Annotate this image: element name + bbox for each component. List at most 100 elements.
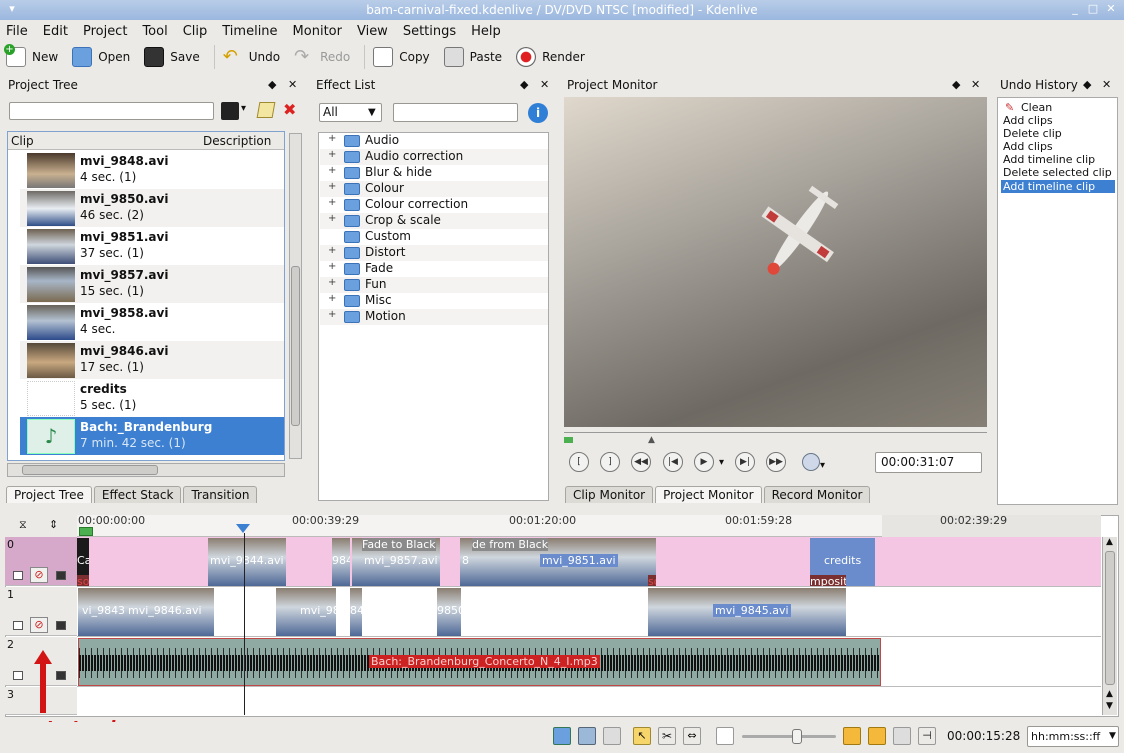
show-markers-icon[interactable] (893, 727, 911, 745)
monitor-ruler[interactable]: ▲ (564, 432, 987, 446)
forward-icon[interactable]: ▶▶ (766, 452, 786, 472)
menu-edit[interactable]: Edit (43, 24, 68, 39)
monitor-settings-gear-icon[interactable] (802, 453, 820, 471)
timeline-playhead[interactable] (244, 533, 245, 715)
select-tool-icon[interactable]: ↖ (633, 727, 651, 745)
list-item[interactable]: mvi_9858.avi 4 sec. (20, 303, 284, 341)
tab-project-tree[interactable]: Project Tree (6, 486, 92, 503)
scroll-down-icon[interactable]: ▲ (1106, 689, 1113, 699)
list-item[interactable]: mvi_9850.avi 46 sec. (2) (20, 189, 284, 227)
copy-button[interactable]: Copy (373, 47, 430, 67)
expand-icon[interactable]: + (328, 309, 336, 320)
close-panel-icon[interactable]: ✕ (1102, 76, 1111, 94)
expand-icon[interactable]: + (328, 245, 336, 256)
list-item[interactable]: credits 5 sec. (1) (20, 379, 284, 417)
close-window-icon[interactable]: ✕ (1104, 2, 1118, 16)
add-clip-dropdown-icon[interactable]: ▾ (241, 103, 246, 114)
scrollbar-thumb[interactable] (291, 266, 300, 426)
list-item[interactable]: mvi_9857.avi 15 sec. (1) (20, 265, 284, 303)
effect-group[interactable]: + Misc (320, 293, 548, 309)
tab-effect-stack[interactable]: Effect Stack (93, 486, 182, 503)
column-header-description[interactable]: Description (203, 134, 271, 148)
save-button[interactable]: Save (144, 47, 200, 67)
zoom-slider-handle[interactable] (792, 729, 802, 744)
menu-file[interactable]: File (6, 24, 28, 39)
redo-button[interactable]: ↷ Redo (294, 47, 350, 67)
tab-project-monitor[interactable]: Project Monitor (655, 486, 762, 503)
expand-icon[interactable]: + (328, 213, 336, 224)
expand-icon[interactable]: + (328, 197, 336, 208)
razor-tool-icon[interactable]: ✂ (658, 727, 676, 745)
new-button[interactable]: + New (4, 44, 58, 67)
undo-item[interactable]: Add timeline clip (1001, 153, 1115, 166)
scrollbar-thumb[interactable] (1105, 551, 1115, 685)
play-options-chevron-icon[interactable]: ▾ (719, 457, 724, 468)
close-panel-icon[interactable]: ✕ (540, 76, 549, 94)
open-button[interactable]: Open (72, 47, 130, 67)
close-panel-icon[interactable]: ✕ (971, 76, 980, 94)
timeline-clip-credits[interactable]: credits mposit (810, 538, 875, 586)
audio-waveform-icon[interactable] (868, 727, 886, 745)
undo-item[interactable]: Delete clip (1001, 127, 1115, 140)
menu-tool[interactable]: Tool (142, 24, 167, 39)
lock-icon[interactable] (13, 571, 23, 580)
snap-icon[interactable]: ⊣ (918, 727, 936, 745)
project-tree-hscrollbar[interactable] (7, 463, 285, 477)
timeline-clip[interactable]: vi_9843 mvi_9846.avi (78, 588, 214, 636)
effect-group[interactable]: + Blur & hide (320, 165, 548, 181)
menu-settings[interactable]: Settings (403, 24, 456, 39)
timeline-clip[interactable]: mvi_9845.avi (648, 588, 846, 636)
timeline-vscrollbar[interactable]: ▲ ▲ ▼ (1102, 537, 1117, 715)
menu-clip[interactable]: Clip (183, 24, 208, 39)
delete-clip-icon[interactable]: ✖ (283, 100, 296, 119)
scroll-up-icon[interactable]: ▲ (1106, 537, 1113, 547)
menu-view[interactable]: View (357, 24, 388, 39)
expand-icon[interactable]: + (328, 261, 336, 272)
window-menu-icon[interactable]: ▾ (5, 2, 19, 16)
expand-icon[interactable]: + (328, 149, 336, 160)
effect-group[interactable]: + Audio correction (320, 149, 548, 165)
menu-project[interactable]: Project (83, 24, 127, 39)
float-panel-icon[interactable]: ◆ (268, 76, 276, 94)
effect-group[interactable]: + Crop & scale (320, 213, 548, 229)
expand-icon[interactable]: + (328, 277, 336, 288)
set-zone-start-icon[interactable]: [ (569, 452, 589, 472)
float-panel-icon[interactable]: ◆ (520, 76, 528, 94)
timeline-playhead-handle[interactable] (236, 524, 250, 533)
mute-video-icon[interactable]: ⊘ (30, 567, 48, 583)
paste-button[interactable]: Paste (443, 47, 502, 67)
audio-clip[interactable]: Bach:_Brandenburg_Concerto_N_4_I.mp3 (78, 638, 881, 686)
float-panel-icon[interactable]: ◆ (952, 76, 960, 94)
effect-group[interactable]: Custom (320, 229, 548, 245)
monitor-timecode-field[interactable]: 00:00:31:07 (875, 452, 982, 473)
track-height-icon[interactable]: ⇕ (49, 518, 58, 531)
undo-item-selected[interactable]: Add timeline clip (1001, 180, 1115, 193)
undo-item-clean[interactable]: ✎ Clean (1001, 101, 1115, 114)
effect-group[interactable]: + Audio (320, 133, 548, 149)
timeline-clip[interactable]: 984 (332, 538, 350, 586)
timeline-clip[interactable]: Fade to Black mvi_9857.avi (352, 538, 440, 586)
split-audio-icon[interactable] (553, 727, 571, 745)
effect-group[interactable]: + Motion (320, 309, 548, 325)
fit-zoom-icon[interactable]: ⧖ (19, 518, 27, 532)
settings-chevron-icon[interactable]: ▾ (820, 460, 825, 471)
undo-item[interactable]: Add clips (1001, 140, 1115, 153)
float-panel-icon[interactable]: ◆ (1083, 76, 1091, 94)
video-thumbnails-icon[interactable] (843, 727, 861, 745)
close-panel-icon[interactable]: ✕ (288, 76, 297, 94)
project-tree-vscrollbar[interactable] (289, 133, 302, 459)
expand-icon[interactable]: + (328, 165, 336, 176)
track-view-icon[interactable] (578, 727, 596, 745)
scrollbar-thumb[interactable] (22, 465, 158, 475)
info-icon[interactable]: i (528, 103, 548, 123)
video-film-icon[interactable] (56, 671, 66, 680)
maximize-icon[interactable]: □ (1086, 2, 1100, 16)
next-snap-icon[interactable]: ▶| (735, 452, 755, 472)
tab-record-monitor[interactable]: Record Monitor (763, 486, 871, 503)
lock-icon[interactable] (13, 621, 23, 630)
scroll-down-icon[interactable]: ▼ (1106, 701, 1113, 711)
timeline-clip[interactable]: 9850 (437, 588, 461, 636)
timecode-format-select[interactable]: hh:mm:ss::ff ▼ (1027, 726, 1119, 747)
set-zone-end-icon[interactable]: ] (600, 452, 620, 472)
project-tree-search-input[interactable] (9, 102, 214, 120)
